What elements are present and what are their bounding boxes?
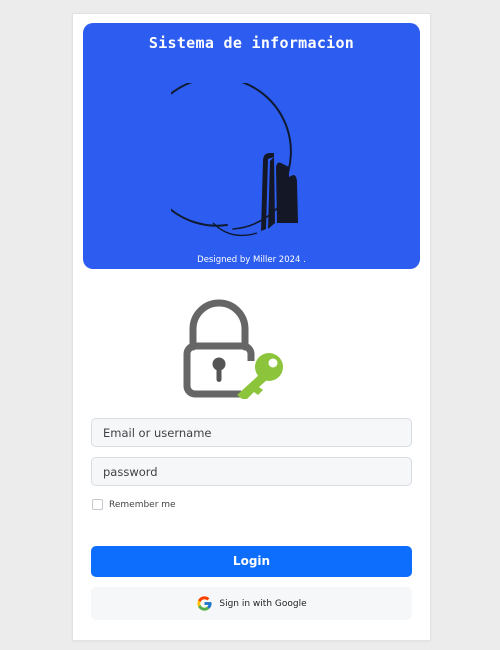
designer-credit: Designed by Miller 2024 . [197,255,306,265]
google-signin-button[interactable]: Sign in with Google [91,587,412,620]
header-banner: Sistema de informacion Designed by Mille… [83,23,420,269]
lock-key-icon [181,289,291,403]
login-button[interactable]: Login [91,546,412,577]
password-field[interactable] [91,457,412,486]
remember-label: Remember me [109,499,176,510]
remember-checkbox[interactable] [92,499,103,510]
email-field[interactable] [91,418,412,447]
banner-title: Sistema de informacion [148,34,355,52]
login-card: Sistema de informacion Designed by Mille… [72,13,431,641]
google-icon [196,595,213,612]
remember-me[interactable]: Remember me [92,499,176,510]
google-signin-label: Sign in with Google [219,598,307,609]
building-logo-icon [141,76,331,247]
